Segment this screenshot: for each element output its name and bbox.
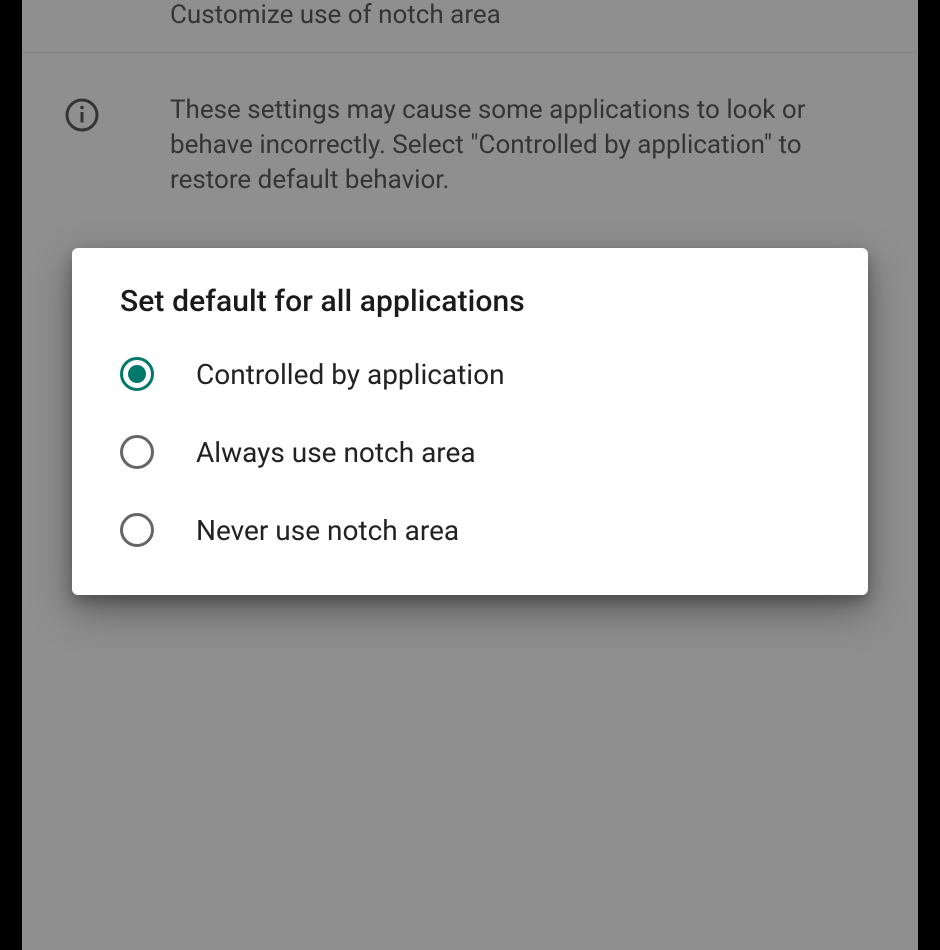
- radio-label: Always use notch area: [196, 436, 476, 469]
- radio-icon: [120, 435, 154, 469]
- radio-icon: [120, 513, 154, 547]
- radio-option-always-use-notch[interactable]: Always use notch area: [120, 435, 820, 469]
- radio-option-never-use-notch[interactable]: Never use notch area: [120, 513, 820, 547]
- radio-option-controlled-by-application[interactable]: Controlled by application: [120, 357, 820, 391]
- device-outer-frame: Customize use of notch area These settin…: [0, 0, 940, 950]
- default-apps-dialog: Set default for all applications Control…: [72, 248, 868, 595]
- radio-label: Never use notch area: [196, 514, 459, 547]
- screen: Customize use of notch area These settin…: [22, 0, 918, 950]
- radio-icon: [120, 357, 154, 391]
- radio-label: Controlled by application: [196, 358, 505, 391]
- dialog-title: Set default for all applications: [120, 284, 820, 319]
- device-inner-frame: Customize use of notch area These settin…: [12, 0, 928, 950]
